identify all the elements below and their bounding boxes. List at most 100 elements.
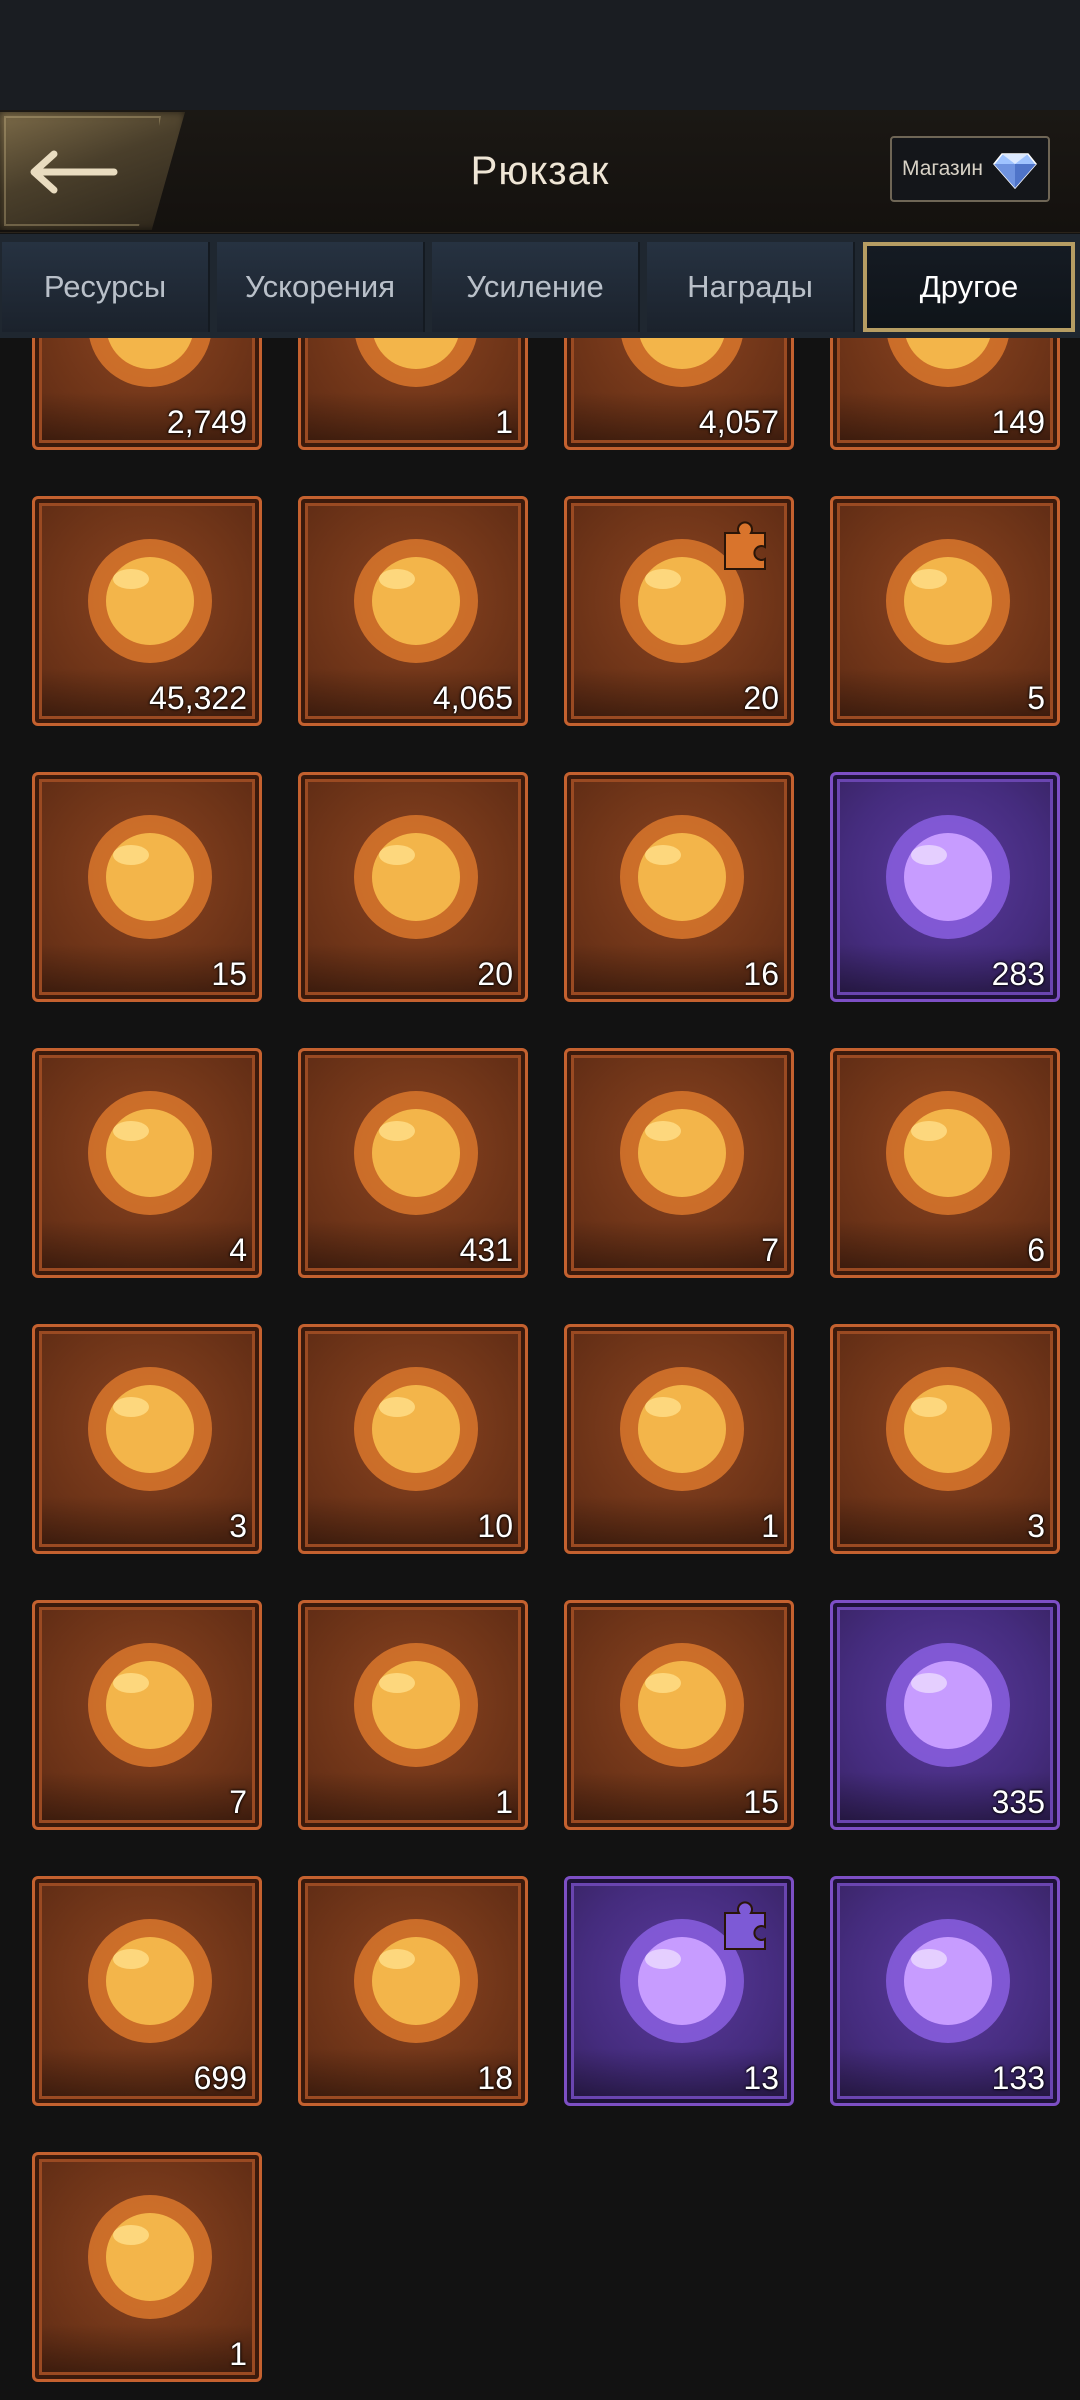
- item-quantity: 4: [229, 1232, 247, 1268]
- item-quantity: 1: [761, 1508, 779, 1544]
- root-amber-icon: [88, 1643, 212, 1767]
- quantity-band: [574, 1220, 784, 1268]
- nectar-drop-icon: [354, 1091, 478, 1215]
- gene-chest-icon: [88, 1091, 212, 1215]
- inventory-item[interactable]: 1: [32, 2152, 262, 2382]
- orange-crystal-icon: [354, 1919, 478, 2043]
- inventory-item[interactable]: 18: [298, 1876, 528, 2106]
- item-quantity: 16: [743, 956, 779, 992]
- soil-clump-icon: [886, 1643, 1010, 1767]
- cockroach-amber-icon: [620, 1367, 744, 1491]
- inventory-item[interactable]: 1: [298, 338, 528, 450]
- tab-other[interactable]: Другое: [863, 242, 1075, 332]
- item-quantity: 133: [991, 2060, 1045, 2096]
- inventory-item[interactable]: 20: [298, 772, 528, 1002]
- item-quantity: 15: [743, 1784, 779, 1820]
- item-quantity: 20: [477, 956, 513, 992]
- item-grid: 2,749 1 4,057 149 45,322 4,065 20 5 15 20 16 283 4 43…: [0, 338, 1080, 2400]
- item-quantity: 1: [229, 2336, 247, 2372]
- inventory-item[interactable]: 7: [564, 1048, 794, 1278]
- quantity-band: [840, 1496, 1050, 1544]
- inventory-item[interactable]: 431: [298, 1048, 528, 1278]
- inventory-item[interactable]: 4,065: [298, 496, 528, 726]
- shop-button[interactable]: Магазин: [890, 136, 1050, 202]
- inventory-item[interactable]: 335: [830, 1600, 1060, 1830]
- inventory-item[interactable]: 3: [32, 1324, 262, 1554]
- crab-heart-amber-icon: [354, 1643, 478, 1767]
- item-quantity: 4,057: [698, 404, 779, 440]
- diamond-icon: [993, 153, 1037, 190]
- quantity-band: [42, 1496, 252, 1544]
- inventory-item[interactable]: 2,749: [32, 338, 262, 450]
- puzzle-piece-icon: [724, 1901, 766, 1950]
- seeds-pile-icon: [886, 1919, 1010, 2043]
- item-quantity: 5: [1027, 680, 1045, 716]
- inventory-item[interactable]: 3: [830, 1324, 1060, 1554]
- item-quantity: 149: [991, 404, 1045, 440]
- inventory-item[interactable]: 15: [564, 1600, 794, 1830]
- status-bar: [0, 0, 1080, 110]
- inventory-item[interactable]: 1: [298, 1600, 528, 1830]
- quantity-band: [42, 1772, 252, 1820]
- tab-rewards[interactable]: Награды: [647, 242, 855, 332]
- quantity-band: [574, 1496, 784, 1544]
- inventory-item[interactable]: 45,322: [32, 496, 262, 726]
- yellow-leaf-icon: [88, 2195, 212, 2319]
- beetle-star-badge-icon: [354, 815, 478, 939]
- inventory-item[interactable]: 133: [830, 1876, 1060, 2106]
- spider-amber-icon: [886, 1091, 1010, 1215]
- quantity-band: [42, 1220, 252, 1268]
- item-quantity: 18: [477, 2060, 513, 2096]
- inventory-item[interactable]: 13: [564, 1876, 794, 2106]
- inventory-item[interactable]: 1: [564, 1324, 794, 1554]
- tab-speedups[interactable]: Ускорения: [217, 242, 425, 332]
- item-quantity: 13: [743, 2060, 779, 2096]
- quantity-band: [840, 1220, 1050, 1268]
- inventory-item[interactable]: 16: [564, 772, 794, 1002]
- moth-amber-icon: [88, 1367, 212, 1491]
- quantity-band: [308, 1772, 518, 1820]
- ant-head-amber-icon: [620, 1091, 744, 1215]
- purple-orb-icon: [886, 815, 1010, 939]
- item-quantity: 20: [743, 680, 779, 716]
- puzzle-piece-icon: [724, 521, 766, 570]
- inventory-item[interactable]: 10: [298, 1324, 528, 1554]
- tab-boosts[interactable]: Усиление: [432, 242, 640, 332]
- item-quantity: 7: [229, 1784, 247, 1820]
- inventory-item[interactable]: 4: [32, 1048, 262, 1278]
- item-quantity: 2,749: [166, 404, 247, 440]
- inventory-item[interactable]: 7: [32, 1600, 262, 1830]
- item-quantity: 3: [229, 1508, 247, 1544]
- item-quantity: 7: [761, 1232, 779, 1268]
- shop-label: Магазин: [902, 157, 984, 180]
- inventory-item[interactable]: 283: [830, 772, 1060, 1002]
- item-quantity: 335: [991, 1784, 1045, 1820]
- item-quantity: 1: [495, 404, 513, 440]
- quantity-band: [42, 2324, 252, 2372]
- inventory-item[interactable]: 15: [32, 772, 262, 1002]
- item-quantity: 699: [193, 2060, 247, 2096]
- item-quantity: 4,065: [432, 680, 513, 716]
- item-quantity: 1: [495, 1784, 513, 1820]
- pink-mushroom-icon: [88, 815, 212, 939]
- quantity-band: [840, 668, 1050, 716]
- tab-resources[interactable]: Ресурсы: [2, 242, 210, 332]
- inventory-item[interactable]: 4,057: [564, 338, 794, 450]
- item-quantity: 431: [459, 1232, 513, 1268]
- larva-on-leaf-icon: [88, 539, 212, 663]
- inventory-item[interactable]: 20: [564, 496, 794, 726]
- blue-bacteria-icon: [886, 539, 1010, 663]
- inventory-item[interactable]: 149: [830, 338, 1060, 450]
- item-quantity: 3: [1027, 1508, 1045, 1544]
- inventory-item[interactable]: 699: [32, 1876, 262, 2106]
- item-quantity: 15: [211, 956, 247, 992]
- inventory-item[interactable]: 5: [830, 496, 1060, 726]
- item-quantity: 45,322: [149, 680, 247, 716]
- dew-drop-icon: [88, 1919, 212, 2043]
- item-quantity: 6: [1027, 1232, 1045, 1268]
- item-quantity: 10: [477, 1508, 513, 1544]
- honey-drops-icon: [620, 815, 744, 939]
- pink-bacteria-icon: [354, 1367, 478, 1491]
- item-quantity: 283: [991, 956, 1045, 992]
- inventory-item[interactable]: 6: [830, 1048, 1060, 1278]
